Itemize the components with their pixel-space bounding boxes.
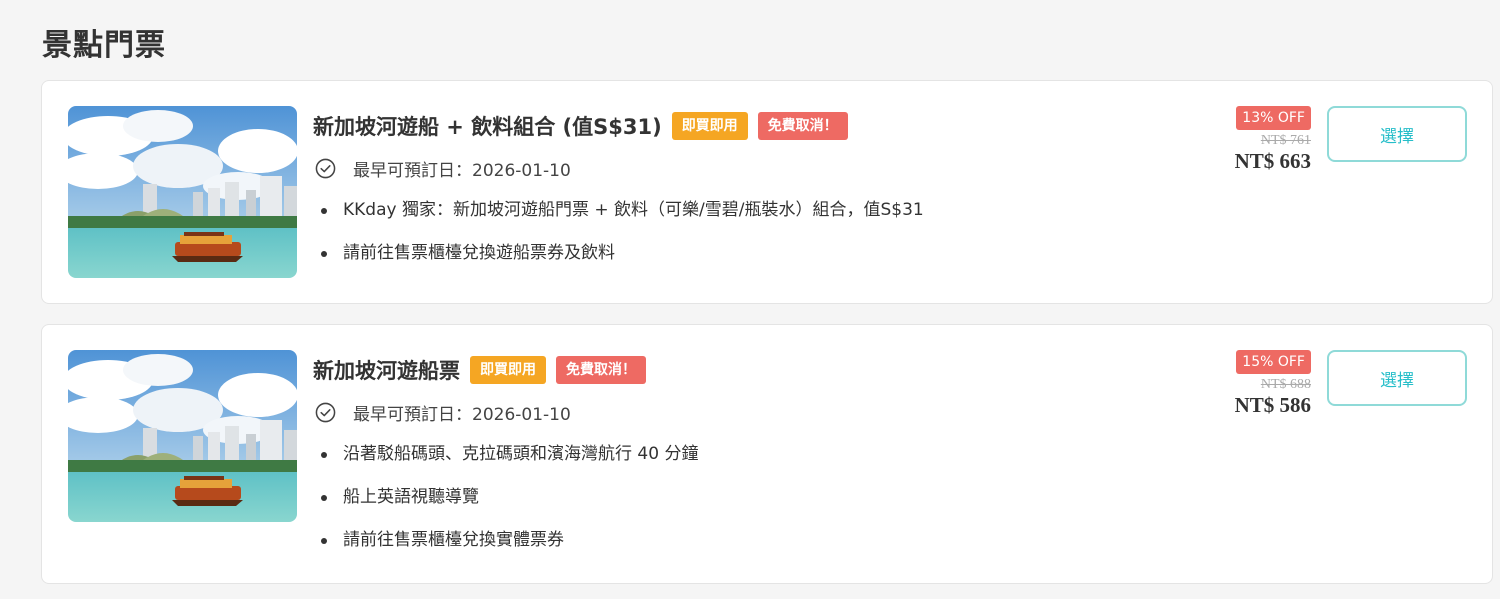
- price-block: 15% OFF NT$ 688 NT$ 586: [1235, 350, 1311, 417]
- instant-use-badge: 即買即用: [470, 356, 546, 384]
- product-image[interactable]: [68, 106, 297, 278]
- free-cancel-badge: 免費取消！: [757, 112, 848, 140]
- discount-badge: 15% OFF: [1236, 350, 1311, 374]
- earliest-date: 最早可預訂日：2026-01-10: [313, 399, 1242, 425]
- price-block: 13% OFF NT$ 761 NT$ 663: [1235, 106, 1311, 173]
- product-card: 新加坡河遊船 + 飲料組合 (值S$31) 即買即用 免費取消！ 最早可預訂日：…: [41, 80, 1493, 304]
- product-info: 新加坡河遊船票 即買即用 免費取消！ 最早可預訂日：2026-01-10 沿著駁…: [313, 355, 1242, 562]
- feature-list: KKday 獨家：新加坡河遊船門票 + 飲料（可樂/雪碧/瓶裝水）組合，值S$3…: [313, 189, 1242, 275]
- select-button[interactable]: 選擇: [1327, 350, 1467, 406]
- original-price: NT$ 688: [1260, 377, 1311, 392]
- title-row: 新加坡河遊船票 即買即用 免費取消！: [313, 355, 1242, 385]
- sale-price: NT$ 663: [1234, 149, 1311, 173]
- product-title[interactable]: 新加坡河遊船 + 飲料組合 (值S$31): [313, 111, 662, 141]
- section-title: 景點門票: [42, 28, 166, 63]
- river-cruise-photo: [68, 350, 297, 522]
- product-info: 新加坡河遊船 + 飲料組合 (值S$31) 即買即用 免費取消！ 最早可預訂日：…: [313, 111, 1242, 275]
- sale-price: NT$ 586: [1234, 393, 1311, 417]
- earliest-date: 最早可預訂日：2026-01-10: [313, 155, 1242, 181]
- select-button[interactable]: 選擇: [1327, 106, 1467, 162]
- earliest-date-text: 最早可預訂日：2026-01-10: [353, 160, 571, 181]
- free-cancel-badge: 免費取消！: [556, 356, 646, 384]
- check-circle-icon: [315, 402, 336, 422]
- instant-use-badge: 即買即用: [671, 112, 748, 140]
- product-card: 新加坡河遊船票 即買即用 免費取消！ 最早可預訂日：2026-01-10 沿著駁…: [41, 324, 1493, 584]
- river-cruise-photo: [68, 106, 297, 278]
- feature-item: KKday 獨家：新加坡河遊船門票 + 飲料（可樂/雪碧/瓶裝水）組合，值S$3…: [313, 189, 1242, 232]
- feature-item: 沿著駁船碼頭、克拉碼頭和濱海灣航行 40 分鐘: [313, 433, 1242, 476]
- discount-badge: 13% OFF: [1236, 106, 1311, 130]
- product-title[interactable]: 新加坡河遊船票: [313, 355, 460, 385]
- title-row: 新加坡河遊船 + 飲料組合 (值S$31) 即買即用 免費取消！: [313, 111, 1242, 141]
- feature-list: 沿著駁船碼頭、克拉碼頭和濱海灣航行 40 分鐘 船上英語視聽導覽 請前往售票櫃檯…: [313, 433, 1242, 562]
- check-circle-icon: [315, 158, 336, 178]
- earliest-date-text: 最早可預訂日：2026-01-10: [353, 404, 571, 425]
- product-image[interactable]: [68, 350, 297, 522]
- feature-item: 船上英語視聽導覽: [313, 476, 1242, 519]
- original-price: NT$ 761: [1260, 133, 1311, 148]
- feature-item: 請前往售票櫃檯兌換遊船票券及飲料: [313, 232, 1242, 275]
- feature-item: 請前往售票櫃檯兌換實體票券: [313, 519, 1242, 562]
